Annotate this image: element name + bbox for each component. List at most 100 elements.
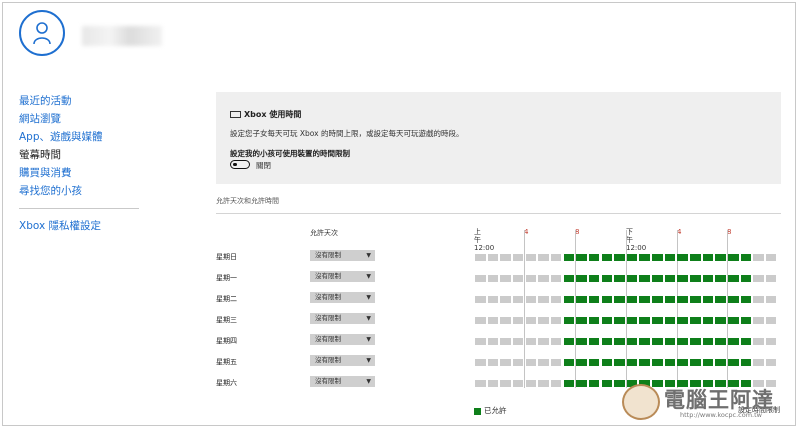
limit-dropdown-wed[interactable]: 沒有限制 ▼ (310, 313, 375, 324)
hour-cell[interactable] (588, 317, 600, 324)
hour-cell[interactable] (765, 338, 777, 345)
hour-cell[interactable] (626, 359, 638, 366)
hour-cell[interactable] (550, 317, 562, 324)
hour-cell[interactable] (690, 317, 701, 324)
hour-cell[interactable] (475, 359, 486, 366)
hour-cell[interactable] (601, 317, 612, 324)
hour-cell[interactable] (702, 275, 714, 282)
hour-cell[interactable] (702, 359, 714, 366)
hour-cell[interactable] (538, 275, 549, 282)
hour-cell[interactable] (550, 296, 562, 303)
hour-cell[interactable] (690, 296, 701, 303)
hour-cell[interactable] (475, 296, 486, 303)
hour-cell[interactable] (487, 359, 499, 366)
hour-cell[interactable] (525, 275, 537, 282)
hour-cell[interactable] (487, 275, 499, 282)
hour-cell[interactable] (664, 317, 676, 324)
sidebar-item-apps-games-media[interactable]: App、遊戲與媒體 (19, 128, 139, 146)
hour-cell[interactable] (765, 296, 777, 303)
hour-cell[interactable] (715, 296, 726, 303)
sidebar-item-screen-time[interactable]: 螢幕時間 (19, 146, 139, 164)
hour-cell[interactable] (765, 254, 777, 261)
hour-cell[interactable] (614, 359, 625, 366)
hour-cell[interactable] (664, 338, 676, 345)
hour-cell[interactable] (702, 338, 714, 345)
hour-cell[interactable] (500, 275, 511, 282)
hour-cell[interactable] (614, 296, 625, 303)
hour-cell[interactable] (563, 254, 575, 261)
hour-cell[interactable] (588, 380, 600, 387)
hour-cell[interactable] (563, 380, 575, 387)
hour-cell[interactable] (487, 380, 499, 387)
limit-dropdown-sun[interactable]: 沒有限制 ▼ (310, 250, 375, 261)
hour-cell[interactable] (702, 296, 714, 303)
hour-cell[interactable] (715, 254, 726, 261)
hour-cell[interactable] (588, 254, 600, 261)
hour-cell[interactable] (500, 338, 511, 345)
hour-cell[interactable] (487, 317, 499, 324)
hour-cell[interactable] (740, 338, 752, 345)
hour-cell[interactable] (715, 338, 726, 345)
hour-cell[interactable] (753, 296, 764, 303)
hour-cell[interactable] (652, 254, 663, 261)
sidebar-item-xbox-privacy[interactable]: Xbox 隱私權設定 (19, 217, 139, 235)
hour-cell[interactable] (512, 359, 524, 366)
hour-cell[interactable] (588, 296, 600, 303)
limit-dropdown-mon[interactable]: 沒有限制 ▼ (310, 271, 375, 282)
hour-cell[interactable] (715, 275, 726, 282)
hour-cell[interactable] (715, 359, 726, 366)
hour-cell[interactable] (753, 317, 764, 324)
hour-cell[interactable] (512, 296, 524, 303)
hour-cell[interactable] (626, 317, 638, 324)
hour-cell[interactable] (639, 338, 650, 345)
hour-cell[interactable] (538, 254, 549, 261)
hour-cell[interactable] (475, 317, 486, 324)
hour-cell[interactable] (614, 317, 625, 324)
hour-cell[interactable] (588, 275, 600, 282)
hour-cell[interactable] (753, 254, 764, 261)
hour-cell[interactable] (753, 338, 764, 345)
hour-cell[interactable] (475, 338, 486, 345)
hour-cell[interactable] (512, 380, 524, 387)
hour-cell[interactable] (677, 317, 688, 324)
hour-cell[interactable] (728, 317, 739, 324)
hour-cell[interactable] (652, 359, 663, 366)
hour-cell[interactable] (728, 296, 739, 303)
hour-cell[interactable] (525, 380, 537, 387)
hour-cell[interactable] (614, 275, 625, 282)
hour-cell[interactable] (677, 296, 688, 303)
hour-cell[interactable] (525, 338, 537, 345)
hour-cell[interactable] (588, 359, 600, 366)
hour-cell[interactable] (576, 338, 587, 345)
hour-cell[interactable] (664, 254, 676, 261)
hour-cell[interactable] (614, 254, 625, 261)
hour-cell[interactable] (550, 338, 562, 345)
hour-cell[interactable] (639, 359, 650, 366)
hour-cell[interactable] (525, 254, 537, 261)
hour-cell[interactable] (550, 380, 562, 387)
hour-cell[interactable] (652, 338, 663, 345)
hour-cell[interactable] (500, 380, 511, 387)
hour-cell[interactable] (512, 275, 524, 282)
hour-cell[interactable] (626, 296, 638, 303)
hour-cell[interactable] (500, 359, 511, 366)
sidebar-item-purchase-spending[interactable]: 購買與消費 (19, 164, 139, 182)
hour-cell[interactable] (765, 275, 777, 282)
hour-cell[interactable] (550, 275, 562, 282)
limit-dropdown-fri[interactable]: 沒有限制 ▼ (310, 355, 375, 366)
hour-cell[interactable] (525, 296, 537, 303)
hour-cell[interactable] (690, 254, 701, 261)
hour-cell[interactable] (690, 338, 701, 345)
hour-cell[interactable] (728, 338, 739, 345)
hour-cell[interactable] (740, 275, 752, 282)
hour-cell[interactable] (652, 296, 663, 303)
hour-cell[interactable] (550, 359, 562, 366)
hour-cell[interactable] (740, 296, 752, 303)
limit-dropdown-thu[interactable]: 沒有限制 ▼ (310, 334, 375, 345)
sidebar-item-web-browsing[interactable]: 網站瀏覽 (19, 110, 139, 128)
hour-cell[interactable] (512, 317, 524, 324)
hour-cell[interactable] (576, 254, 587, 261)
hour-cell[interactable] (475, 380, 486, 387)
hour-cell[interactable] (664, 296, 676, 303)
hour-cell[interactable] (576, 359, 587, 366)
